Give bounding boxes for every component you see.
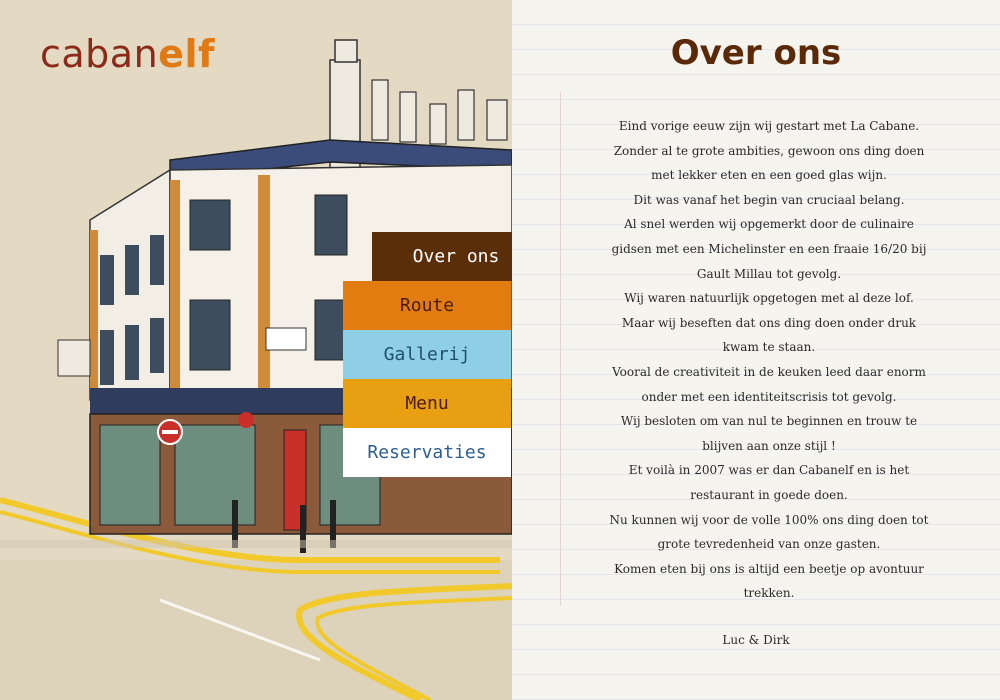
about-line: onder met een identiteitscrisis tot gevo… <box>641 389 897 404</box>
about-line: Et voilà in 2007 was er dan Cabanelf en … <box>628 463 910 478</box>
about-line: Vooral de creativiteit in de keuken leed… <box>612 364 926 379</box>
about-line: gidsen met een Michelinster en een fraai… <box>611 241 927 256</box>
content-panel: Over ons Eind vorige eeuw zijn wij gesta… <box>512 0 1000 700</box>
nav-route[interactable]: Route <box>343 281 511 330</box>
about-line: met lekker eten en een goed glas wijn. <box>651 168 887 183</box>
notebook-margin-line <box>560 92 561 606</box>
logo-accent: elf <box>158 32 216 76</box>
about-line: Wij waren natuurlijk opgetogen met al de… <box>624 291 914 306</box>
about-line: Zonder al te grote ambities, gewoon ons … <box>613 143 925 158</box>
nav-menu[interactable]: Menu <box>343 379 511 428</box>
about-line: restaurant in goede doen. <box>690 487 848 502</box>
page-title: Over ons <box>670 33 842 73</box>
about-line: Komen eten bij ons is altijd een beetje … <box>614 561 924 576</box>
about-line: Gault Millau tot gevolg. <box>696 266 842 281</box>
signature: Luc & Dirk <box>722 633 790 647</box>
about-line: Nu kunnen wij voor de volle 100% ons din… <box>609 512 929 527</box>
about-line: blijven aan onze stijl ! <box>702 438 836 453</box>
nav-reservaties[interactable]: Reservaties <box>343 428 511 477</box>
about-text: Eind vorige eeuw zijn wij gestart met La… <box>582 114 956 606</box>
about-line: Al snel werden wij opgemerkt door de cul… <box>624 217 914 232</box>
nav-gallerij[interactable]: Gallerij <box>343 330 511 379</box>
about-line: Maar wij beseften dat ons ding doen onde… <box>621 315 917 330</box>
about-line: Eind vorige eeuw zijn wij gestart met La… <box>618 119 920 133</box>
logo-text: caban <box>40 32 159 76</box>
about-line: Dit was vanaf het begin van cruciaal bel… <box>633 192 905 207</box>
about-line: kwam te staan. <box>722 340 816 355</box>
cabanelf-logo[interactable]: cabanelf <box>40 32 215 76</box>
about-line: trekken. <box>743 586 795 601</box>
about-line: grote tevredenheid van onze gasten. <box>657 537 881 552</box>
about-line: Wij besloten om van nul te beginnen en t… <box>620 414 918 429</box>
